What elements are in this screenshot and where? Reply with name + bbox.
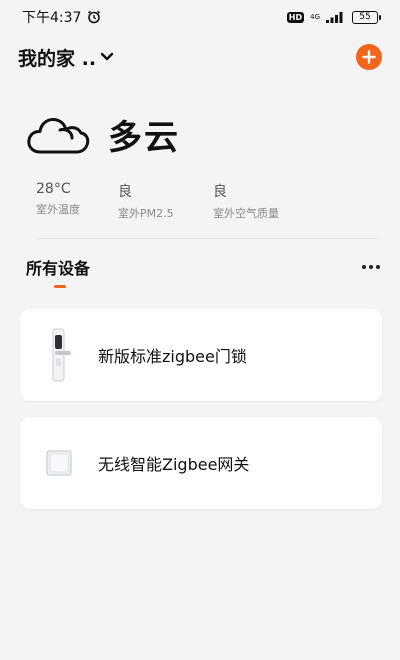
more-options-button[interactable] (362, 261, 380, 273)
dot (369, 265, 373, 269)
gateway-icon (46, 450, 72, 476)
door-lock-icon (52, 328, 71, 382)
signal-icon (326, 12, 343, 23)
device-card-gateway[interactable]: 无线智能Zigbee网关 (20, 417, 382, 509)
stat-value: 28°C (36, 181, 71, 197)
tab-indicator (54, 285, 66, 288)
devices-header: 所有设备 (26, 254, 380, 280)
dot (362, 265, 366, 269)
weather-summary: 多云 (26, 110, 180, 159)
bottom-nav (0, 654, 400, 660)
battery-icon: 55 (352, 10, 381, 24)
battery-level: 55 (359, 12, 371, 22)
device-name: 无线智能Zigbee网关 (98, 455, 250, 474)
stat-label: 室外空气质量 (213, 207, 279, 220)
stat-air-quality: 良 室外空气质量 (213, 181, 279, 221)
home-selector[interactable]: 我的家 .. (18, 44, 114, 71)
device-thumbnail (20, 448, 98, 478)
device-thumbnail (20, 327, 98, 383)
device-name: 新版标准zigbee门锁 (98, 347, 247, 366)
tab-all-devices[interactable]: 所有设备 (26, 255, 90, 279)
device-card-door-lock[interactable]: 新版标准zigbee门锁 (20, 309, 382, 401)
network-label: 4G (310, 12, 320, 21)
plus-icon (362, 50, 376, 64)
add-button[interactable] (356, 44, 382, 70)
stat-label: 室外PM2.5 (118, 207, 174, 220)
status-bar: 下午4:37 HD 4G 55 (0, 0, 400, 34)
hd-badge: HD (286, 11, 305, 23)
chevron-down-icon (100, 52, 114, 61)
dot (376, 265, 380, 269)
weather-condition: 多云 (108, 118, 180, 158)
stat-value: 良 (118, 184, 132, 200)
stat-pm25: 良 室外PM2.5 (118, 181, 213, 221)
cloud-icon (27, 117, 90, 153)
environment-stats: 28°C 室外温度 良 室外PM2.5 良 室外空气质量 (36, 181, 279, 221)
stat-temperature: 28°C 室外温度 (36, 181, 118, 221)
stat-value: 良 (213, 184, 227, 200)
alarm-clock-icon (88, 10, 101, 24)
stat-label: 室外温度 (36, 203, 80, 216)
home-header: 我的家 .. (18, 40, 382, 74)
status-time: 下午4:37 (22, 10, 82, 26)
home-name: 我的家 .. (18, 47, 97, 70)
divider (36, 238, 378, 239)
status-left: 下午4:37 (22, 7, 101, 27)
status-right: HD 4G 55 (286, 10, 381, 24)
